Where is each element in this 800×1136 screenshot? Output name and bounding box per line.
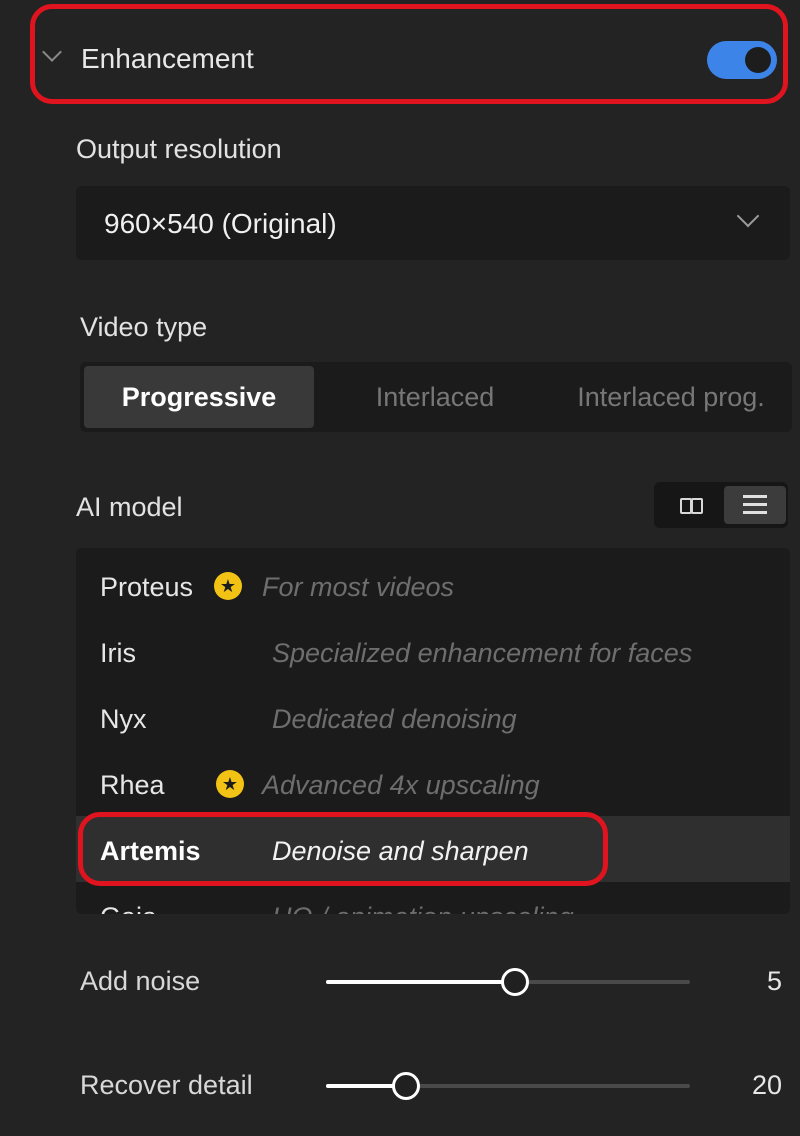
model-description: For most videos bbox=[262, 572, 455, 602]
video-type-progressive[interactable]: Progressive bbox=[84, 366, 314, 428]
enhancement-section-header[interactable]: Enhancement bbox=[30, 4, 788, 104]
star-icon: ★ bbox=[214, 572, 242, 600]
model-description: Specialized enhancement for faces bbox=[272, 638, 693, 668]
list-view-icon bbox=[743, 495, 767, 515]
add-noise-label: Add noise bbox=[80, 966, 201, 996]
output-resolution-label: Output resolution bbox=[76, 134, 282, 164]
grid-view-button[interactable] bbox=[658, 486, 720, 524]
chevron-down-icon[interactable] bbox=[42, 42, 62, 62]
recover-detail-slider[interactable] bbox=[326, 1072, 690, 1100]
model-name: Rhea bbox=[100, 770, 165, 800]
model-description: Advanced 4x upscaling bbox=[262, 770, 540, 800]
model-description: Dedicated denoising bbox=[272, 704, 517, 734]
output-resolution-dropdown[interactable]: 960×540 (Original) bbox=[76, 186, 790, 260]
list-view-button[interactable] bbox=[724, 486, 786, 524]
section-title: Enhancement bbox=[81, 43, 254, 74]
model-description: HQ / animation upscaling bbox=[272, 902, 574, 914]
output-resolution-value: 960×540 (Original) bbox=[104, 208, 337, 239]
video-type-interlaced[interactable]: Interlaced bbox=[320, 366, 550, 428]
model-row-gaia[interactable]: Gaia HQ / animation upscaling bbox=[76, 882, 790, 914]
video-type-interlaced-prog[interactable]: Interlaced prog. bbox=[552, 366, 790, 428]
add-noise-slider[interactable] bbox=[326, 968, 690, 996]
recover-detail-value: 20 bbox=[751, 1070, 782, 1100]
model-name: Proteus bbox=[100, 572, 194, 602]
model-name: Nyx bbox=[100, 704, 147, 734]
video-type-label: Video type bbox=[80, 312, 208, 342]
view-mode-toggle bbox=[654, 482, 788, 528]
model-row-proteus[interactable]: Proteus ★ For most videos bbox=[76, 552, 790, 618]
model-row-iris[interactable]: Iris Specialized enhancement for faces bbox=[76, 618, 790, 684]
model-row-rhea[interactable]: Rhea ★ Advanced 4x upscaling bbox=[76, 750, 790, 816]
slider-thumb[interactable] bbox=[392, 1072, 421, 1100]
video-type-segmented-control: Progressive Interlaced Interlaced prog. bbox=[80, 362, 792, 432]
model-name: Iris bbox=[100, 638, 136, 668]
star-icon: ★ bbox=[216, 770, 244, 798]
chevron-down-icon bbox=[736, 204, 760, 228]
selected-model-highlight bbox=[78, 812, 608, 886]
slider-fill bbox=[326, 980, 516, 984]
model-row-nyx[interactable]: Nyx Dedicated denoising bbox=[76, 684, 790, 750]
grid-view-icon bbox=[680, 498, 703, 514]
enhancement-toggle[interactable] bbox=[707, 41, 777, 79]
slider-thumb[interactable] bbox=[501, 968, 530, 996]
model-name: Gaia bbox=[100, 902, 157, 914]
recover-detail-label: Recover detail bbox=[80, 1070, 253, 1100]
ai-model-label: AI model bbox=[76, 492, 183, 522]
add-noise-value: 5 bbox=[766, 966, 782, 996]
toggle-knob bbox=[745, 47, 771, 73]
